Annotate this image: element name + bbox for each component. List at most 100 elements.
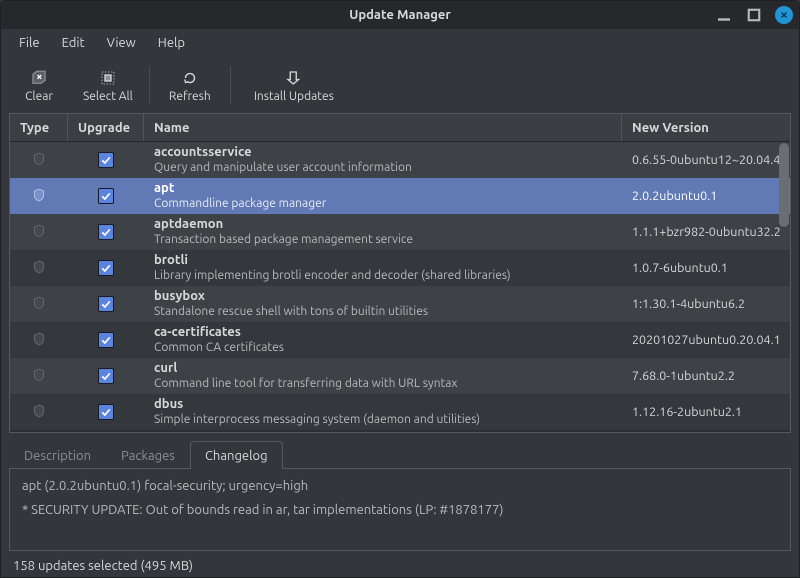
package-version: 1.1.1+bzr982-0ubuntu32.2: [632, 225, 781, 239]
header-type[interactable]: Type: [10, 114, 68, 141]
upgrade-checkbox[interactable]: [98, 368, 114, 384]
details-tabbar: Description Packages Changelog: [9, 439, 791, 469]
menu-file[interactable]: File: [9, 32, 50, 54]
minimize-button[interactable]: [715, 6, 733, 24]
header-version[interactable]: New Version: [622, 114, 790, 141]
select-all-icon: [99, 68, 117, 88]
package-version: 1:1.30.1-4ubuntu6.2: [632, 297, 745, 311]
package-description: Standalone rescue shell with tons of bui…: [154, 305, 428, 319]
header-name[interactable]: Name: [144, 114, 622, 141]
type-cell: [10, 178, 68, 214]
package-name: busybox: [154, 289, 205, 304]
clear-label: Clear: [25, 90, 53, 103]
tab-description[interactable]: Description: [9, 441, 106, 469]
upgrade-cell: [68, 394, 144, 430]
name-cell: aptCommandline package manager: [144, 178, 622, 214]
statusbar: 158 updates selected (495 MB): [1, 555, 799, 577]
refresh-icon: [181, 68, 199, 88]
upgrade-checkbox[interactable]: [98, 152, 114, 168]
table-row[interactable]: brotliLibrary implementing brotli encode…: [10, 250, 790, 286]
upgrade-checkbox[interactable]: [98, 260, 114, 276]
package-version: 1.12.16-2ubuntu2.1: [632, 405, 742, 419]
shield-icon: [31, 186, 47, 207]
menu-edit[interactable]: Edit: [52, 32, 95, 54]
package-name: accountsservice: [154, 145, 252, 160]
shield-icon: [31, 258, 47, 279]
menubar: File Edit View Help: [1, 29, 799, 57]
toolbar-separator: [230, 66, 231, 104]
scrollbar-thumb[interactable]: [779, 143, 789, 227]
shield-icon: [31, 366, 47, 387]
table-row[interactable]: busyboxStandalone rescue shell with tons…: [10, 286, 790, 322]
package-name: curl: [154, 361, 177, 376]
upgrade-cell: [68, 250, 144, 286]
updates-list: Type Upgrade Name New Version accountsse…: [9, 113, 791, 433]
version-cell: 1.12.16-2ubuntu2.1: [622, 394, 790, 430]
name-cell: ca-certificatesCommon CA certificates: [144, 322, 622, 358]
shield-icon: [31, 402, 47, 423]
package-description: Commandline package manager: [154, 197, 326, 211]
package-name: apt: [154, 181, 174, 196]
name-cell: busyboxStandalone rescue shell with tons…: [144, 286, 622, 322]
package-name: ca-certificates: [154, 325, 241, 340]
upgrade-checkbox[interactable]: [98, 332, 114, 348]
install-updates-button[interactable]: Install Updates: [239, 61, 349, 109]
upgrade-cell: [68, 358, 144, 394]
package-version: 20201027ubuntu0.20.04.1: [632, 333, 781, 347]
shield-icon: [31, 150, 47, 171]
upgrade-checkbox[interactable]: [98, 404, 114, 420]
status-text: 158 updates selected (495 MB): [13, 559, 193, 573]
clear-icon: [30, 68, 48, 88]
shield-icon: [31, 222, 47, 243]
select-all-label: Select All: [83, 90, 133, 103]
tab-packages[interactable]: Packages: [106, 441, 190, 469]
package-version: 2.0.2ubuntu0.1: [632, 189, 717, 203]
table-row[interactable]: accountsserviceQuery and manipulate user…: [10, 142, 790, 178]
header-upgrade[interactable]: Upgrade: [68, 114, 144, 141]
menu-help[interactable]: Help: [148, 32, 195, 54]
type-cell: [10, 142, 68, 178]
toolbar: Clear Select All Refresh Install Updates: [1, 57, 799, 113]
titlebar: Update Manager: [1, 1, 799, 29]
clear-button[interactable]: Clear: [7, 61, 71, 109]
table-row[interactable]: curlCommand line tool for transferring d…: [10, 358, 790, 394]
install-label: Install Updates: [254, 90, 334, 103]
version-cell: 1:1.30.1-4ubuntu6.2: [622, 286, 790, 322]
refresh-label: Refresh: [169, 90, 211, 103]
upgrade-checkbox[interactable]: [98, 188, 114, 204]
changelog-entry: * SECURITY UPDATE: Out of bounds read in…: [22, 503, 778, 517]
version-cell: 0.6.55-0ubuntu12~20.04.4: [622, 142, 790, 178]
table-row[interactable]: dbusSimple interprocess messaging system…: [10, 394, 790, 430]
table-row[interactable]: ca-certificatesCommon CA certificates 202…: [10, 322, 790, 358]
maximize-button[interactable]: [745, 6, 763, 24]
version-cell: 20201027ubuntu0.20.04.1: [622, 322, 790, 358]
name-cell: aptdaemonTransaction based package manag…: [144, 214, 622, 250]
close-button[interactable]: [775, 6, 793, 24]
version-cell: 7.68.0-1ubuntu2.2: [622, 358, 790, 394]
package-description: Simple interprocess messaging system (da…: [154, 413, 480, 427]
package-version: 0.6.55-0ubuntu12~20.04.4: [632, 153, 780, 167]
package-description: Transaction based package management ser…: [154, 233, 413, 247]
table-row[interactable]: aptCommandline package manager 2.0.2ubunt…: [10, 178, 790, 214]
menu-view[interactable]: View: [97, 32, 146, 54]
upgrade-checkbox[interactable]: [98, 296, 114, 312]
upgrade-checkbox[interactable]: [98, 224, 114, 240]
upgrade-cell: [68, 178, 144, 214]
changelog-header-line: apt (2.0.2ubuntu0.1) focal-security; urg…: [22, 479, 778, 493]
package-description: Common CA certificates: [154, 341, 284, 355]
package-description: Command line tool for transferring data …: [154, 377, 457, 391]
type-cell: [10, 250, 68, 286]
window-title: Update Manager: [349, 8, 451, 22]
tab-changelog[interactable]: Changelog: [190, 441, 283, 469]
select-all-button[interactable]: Select All: [75, 61, 141, 109]
list-header: Type Upgrade Name New Version: [10, 114, 790, 142]
table-row[interactable]: aptdaemonTransaction based package manag…: [10, 214, 790, 250]
type-cell: [10, 286, 68, 322]
window-controls: [715, 1, 793, 28]
vertical-scrollbar[interactable]: [779, 143, 789, 431]
package-version: 1.0.7-6ubuntu0.1: [632, 261, 728, 275]
package-version: 7.68.0-1ubuntu2.2: [632, 369, 735, 383]
refresh-button[interactable]: Refresh: [158, 61, 222, 109]
upgrade-cell: [68, 214, 144, 250]
type-cell: [10, 322, 68, 358]
